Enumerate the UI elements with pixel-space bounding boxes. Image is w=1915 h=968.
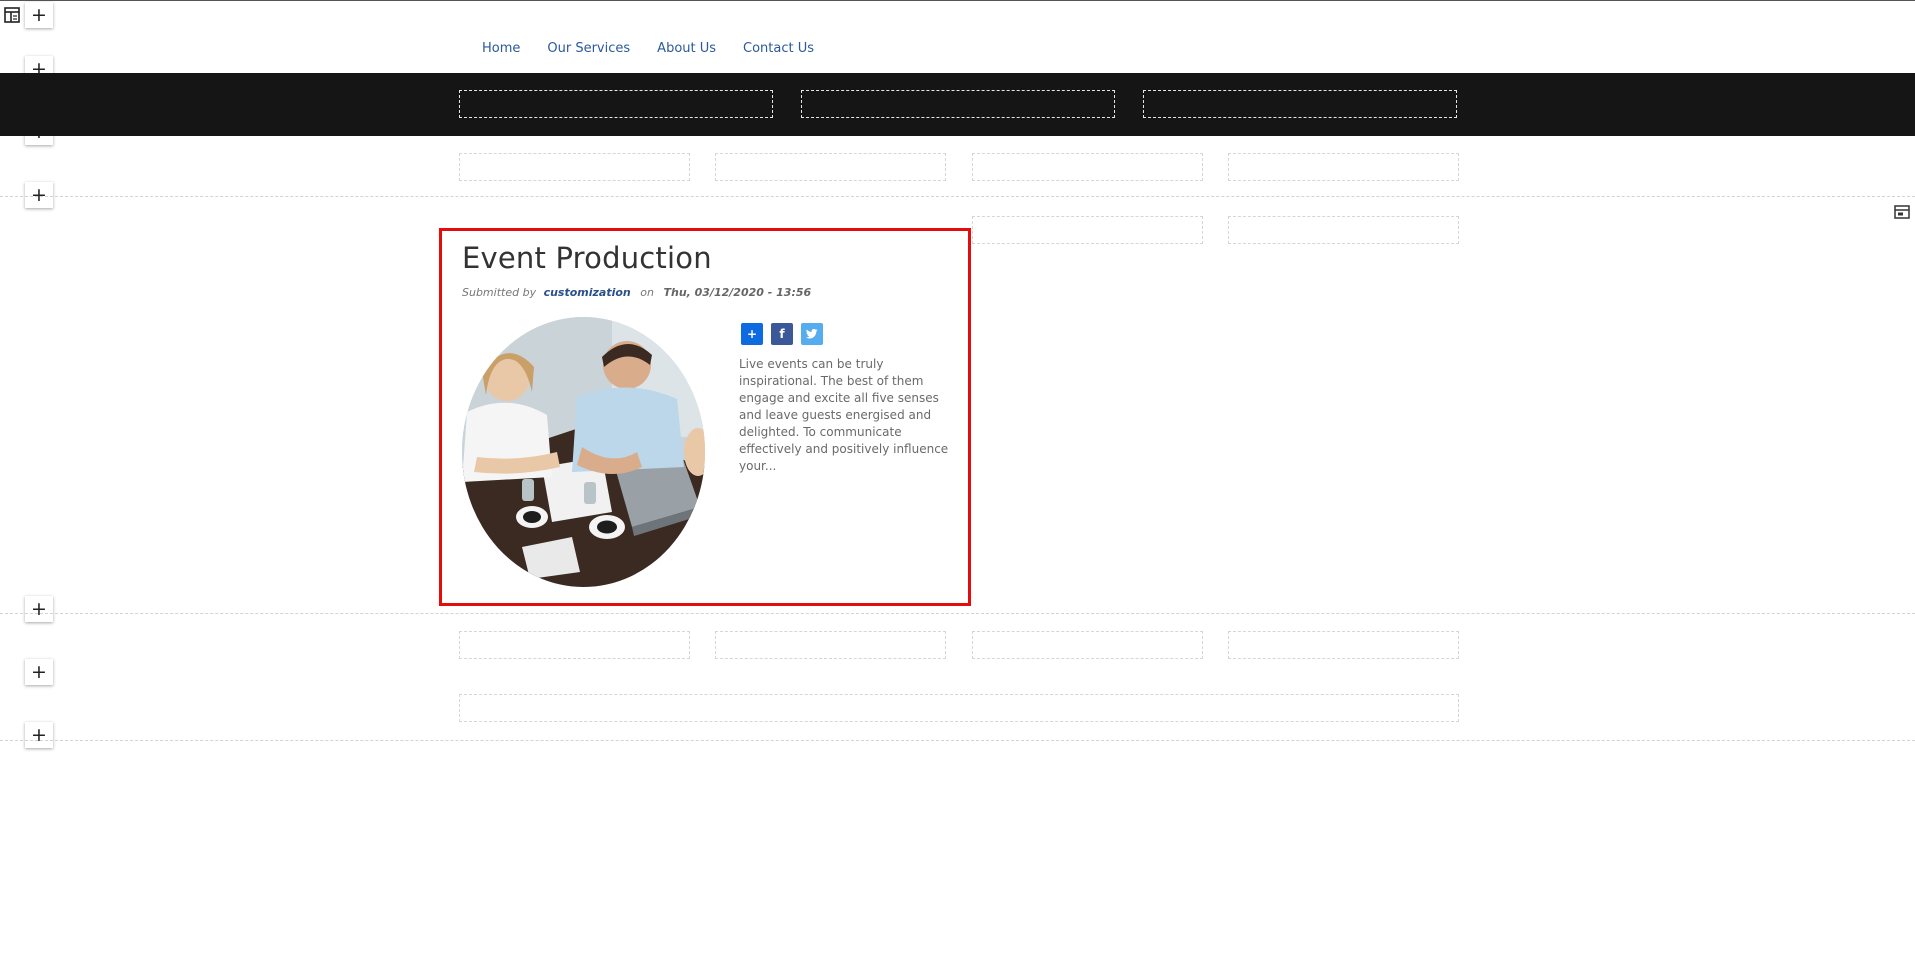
article-summary: Live events can be truly inspirational. … (739, 357, 949, 473)
empty-region-slot[interactable] (972, 631, 1203, 659)
nav-link-home[interactable]: Home (482, 41, 520, 56)
empty-region-slot[interactable] (1228, 631, 1459, 659)
empty-region-slot[interactable] (715, 153, 946, 181)
post-date: Thu, 03/12/2020 - 13:56 (663, 286, 812, 299)
article-title[interactable]: Event Production (462, 241, 712, 275)
layout-template-icon[interactable] (2, 5, 22, 25)
article-teaser-card[interactable]: Event Production Submitted by customizat… (439, 228, 971, 606)
empty-region-slot[interactable] (1143, 90, 1457, 118)
add-section-button[interactable]: + (25, 596, 53, 622)
main-navigation: Home Our Services About Us Contact Us (482, 41, 814, 56)
add-section-button[interactable]: + (25, 659, 53, 685)
add-section-button[interactable]: + (25, 2, 53, 28)
empty-region-slot[interactable] (459, 631, 690, 659)
article-image[interactable] (462, 317, 705, 587)
nav-link-contact-us[interactable]: Contact Us (743, 41, 814, 56)
submitted-by-label: Submitted by (462, 286, 537, 299)
empty-region-slot[interactable] (715, 631, 946, 659)
empty-region-slot[interactable] (972, 216, 1203, 244)
social-share-bar: + f (741, 323, 823, 345)
section-divider (0, 740, 1915, 741)
empty-region-slot[interactable] (1228, 153, 1459, 181)
on-label: on (640, 286, 654, 299)
article-meta: Submitted by customization on Thu, 03/12… (462, 286, 811, 299)
add-section-button[interactable]: + (25, 722, 53, 748)
section-divider (0, 613, 1915, 614)
block-settings-icon[interactable] (1894, 204, 1912, 222)
author-link[interactable]: customization (544, 286, 631, 299)
empty-region-slot[interactable] (459, 694, 1459, 722)
empty-region-slot[interactable] (1228, 216, 1459, 244)
section-divider (0, 196, 1915, 197)
empty-region-slot[interactable] (459, 153, 690, 181)
empty-region-slot[interactable] (972, 153, 1203, 181)
empty-region-slot[interactable] (801, 90, 1115, 118)
nav-link-our-services[interactable]: Our Services (547, 41, 630, 56)
twitter-icon[interactable] (801, 323, 823, 345)
add-section-button[interactable]: + (25, 182, 53, 208)
share-plus-icon[interactable]: + (741, 323, 763, 345)
nav-link-about-us[interactable]: About Us (657, 41, 716, 56)
facebook-icon[interactable]: f (771, 323, 793, 345)
empty-region-slot[interactable] (459, 90, 773, 118)
